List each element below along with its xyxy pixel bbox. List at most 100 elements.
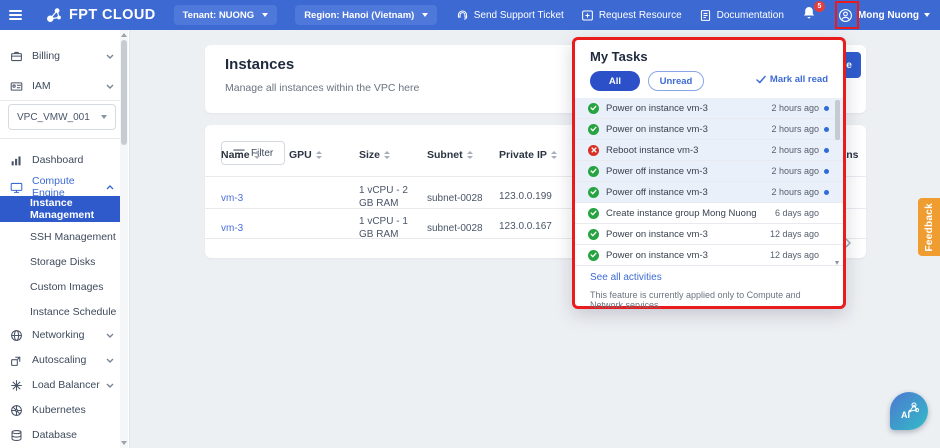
- task-time: 2 hours ago: [771, 145, 819, 155]
- sidebar-item-instance-schedule[interactable]: Instance Schedule: [0, 301, 122, 323]
- sidebar-item-label: Database: [32, 429, 114, 441]
- chevron-down-icon: [101, 115, 107, 119]
- task-time: 2 hours ago: [771, 103, 819, 113]
- load-balancer-icon: [10, 379, 23, 392]
- fpt-molecule-icon: [44, 5, 64, 25]
- column-header-subnet[interactable]: Subnet: [427, 149, 473, 161]
- tab-unread[interactable]: Unread: [648, 71, 704, 91]
- nav-link-label: Send Support Ticket: [474, 10, 564, 21]
- chevron-down-icon: [106, 357, 114, 364]
- sort-icon: [254, 151, 260, 159]
- task-item[interactable]: Power on instance vm-3 2 hours ago: [575, 98, 843, 119]
- sidebar-item-label: Storage Disks: [30, 256, 95, 268]
- column-header-private-ip[interactable]: Private IP: [499, 149, 557, 161]
- scroll-down-icon[interactable]: [121, 441, 127, 445]
- chevron-down-icon: [106, 53, 114, 60]
- tenant-selector[interactable]: Tenant: NUONG: [174, 5, 278, 25]
- feedback-button[interactable]: Feedback: [918, 198, 940, 256]
- mark-all-read-label: Mark all read: [770, 74, 828, 85]
- instance-name-link[interactable]: vm-3: [221, 223, 243, 234]
- column-header-name[interactable]: Name: [221, 149, 260, 161]
- scrollbar-thumb[interactable]: [835, 100, 840, 140]
- page-title: Instances: [225, 56, 294, 73]
- task-time: 12 days ago: [770, 250, 819, 260]
- scroll-up-icon[interactable]: [121, 33, 127, 37]
- success-icon: [588, 208, 599, 219]
- mark-all-read-button[interactable]: Mark all read: [756, 74, 828, 85]
- vpc-selector[interactable]: VPC_VMW_001: [8, 104, 116, 130]
- sidebar-item-label: Instance Management: [30, 197, 122, 221]
- fab-label: AI: [901, 410, 910, 420]
- sidebar-item-dashboard[interactable]: Dashboard: [0, 150, 122, 170]
- support-ticket-icon: [456, 9, 469, 22]
- task-time: 12 days ago: [770, 229, 819, 239]
- chevron-down-icon: [924, 13, 930, 17]
- task-item[interactable]: Power on instance vm-3 12 days ago: [575, 224, 843, 245]
- column-header-gpu[interactable]: GPU: [289, 149, 322, 161]
- unread-dot: [824, 106, 829, 111]
- notifications-bell-button[interactable]: 5: [801, 4, 821, 26]
- task-time: 2 hours ago: [771, 187, 819, 197]
- sidebar-item-label: Billing: [32, 50, 106, 62]
- request-resource-icon: [581, 9, 594, 22]
- nav-link-label: Documentation: [717, 10, 784, 21]
- feedback-label: Feedback: [924, 203, 935, 252]
- documentation-link[interactable]: Documentation: [699, 9, 784, 22]
- unread-dot: [824, 169, 829, 174]
- page-subtitle: Manage all instances within the VPC here: [225, 82, 419, 94]
- sidebar-item-instance-management[interactable]: Instance Management: [0, 196, 122, 222]
- sidebar-item-label: Kubernetes: [32, 404, 114, 416]
- task-item[interactable]: Create instance group Mong Nuong 6 days …: [575, 203, 843, 224]
- sidebar-item-storage-disks[interactable]: Storage Disks: [0, 251, 122, 273]
- sidebar-item-iam[interactable]: IAM: [0, 76, 122, 96]
- task-item[interactable]: Reboot instance vm-3 2 hours ago: [575, 140, 843, 161]
- error-icon: [588, 145, 599, 156]
- task-text: Power on instance vm-3: [606, 103, 771, 114]
- sidebar-item-compute-engine[interactable]: Compute Engine: [0, 177, 122, 197]
- user-menu[interactable]: Mong Nuong: [838, 8, 930, 23]
- sidebar-item-label: Autoscaling: [32, 354, 106, 366]
- tab-all[interactable]: All: [590, 71, 640, 91]
- send-support-ticket-link[interactable]: Send Support Ticket: [456, 9, 564, 22]
- column-header-size[interactable]: Size: [359, 149, 390, 161]
- success-icon: [588, 166, 599, 177]
- task-text: Power off instance vm-3: [606, 187, 771, 198]
- task-item[interactable]: Power off instance vm-3 2 hours ago: [575, 161, 843, 182]
- autoscaling-icon: [10, 354, 23, 367]
- scroll-down-icon[interactable]: [835, 261, 839, 265]
- private-ip-cell: 123.0.0.167: [499, 221, 552, 232]
- top-navbar: FPT CLOUD Tenant: NUONG Region: Hanoi (V…: [0, 0, 940, 30]
- request-resource-link[interactable]: Request Resource: [581, 9, 682, 22]
- sidebar-item-networking[interactable]: Networking: [0, 325, 122, 345]
- sidebar-item-ssh-management[interactable]: SSH Management: [0, 226, 122, 248]
- task-text: Power on instance vm-3: [606, 229, 770, 240]
- scrollbar-thumb[interactable]: [121, 40, 127, 145]
- sidebar-item-autoscaling[interactable]: Autoscaling: [0, 350, 122, 370]
- sort-icon: [316, 151, 322, 159]
- region-selector[interactable]: Region: Hanoi (Vietnam): [295, 5, 437, 25]
- chevron-down-icon: [106, 332, 114, 339]
- hamburger-menu-icon[interactable]: [0, 0, 30, 30]
- task-text: Create instance group Mong Nuong: [606, 208, 775, 219]
- ai-assistant-fab[interactable]: AI: [890, 392, 928, 430]
- task-item[interactable]: Power off instance vm-3 2 hours ago: [575, 182, 843, 203]
- sidebar-scrollbar[interactable]: [120, 30, 128, 448]
- task-text: Power on instance vm-3: [606, 250, 770, 261]
- private-ip-cell: 123.0.0.199: [499, 191, 552, 202]
- task-item[interactable]: Power on instance vm-3 2 hours ago: [575, 119, 843, 140]
- sidebar-item-database[interactable]: Database: [0, 425, 122, 445]
- subnet-cell: subnet-0028: [427, 223, 483, 234]
- sidebar-item-billing[interactable]: Billing: [0, 46, 122, 66]
- task-list: Power on instance vm-3 2 hours ago Power…: [575, 98, 843, 266]
- task-text: Power on instance vm-3: [606, 124, 771, 135]
- sidebar-item-custom-images[interactable]: Custom Images: [0, 276, 122, 298]
- task-list-scrollbar[interactable]: [835, 98, 841, 266]
- sidebar-item-kubernetes[interactable]: Kubernetes: [0, 400, 122, 420]
- task-time: 6 days ago: [775, 208, 819, 218]
- see-all-activities-link[interactable]: See all activities: [590, 272, 662, 283]
- sidebar-item-load-balancer[interactable]: Load Balancer: [0, 375, 122, 395]
- task-item[interactable]: Power on instance vm-3 12 days ago: [575, 245, 843, 266]
- instance-name-link[interactable]: vm-3: [221, 193, 243, 204]
- chevron-down-icon: [106, 83, 114, 90]
- dashboard-icon: [10, 154, 23, 167]
